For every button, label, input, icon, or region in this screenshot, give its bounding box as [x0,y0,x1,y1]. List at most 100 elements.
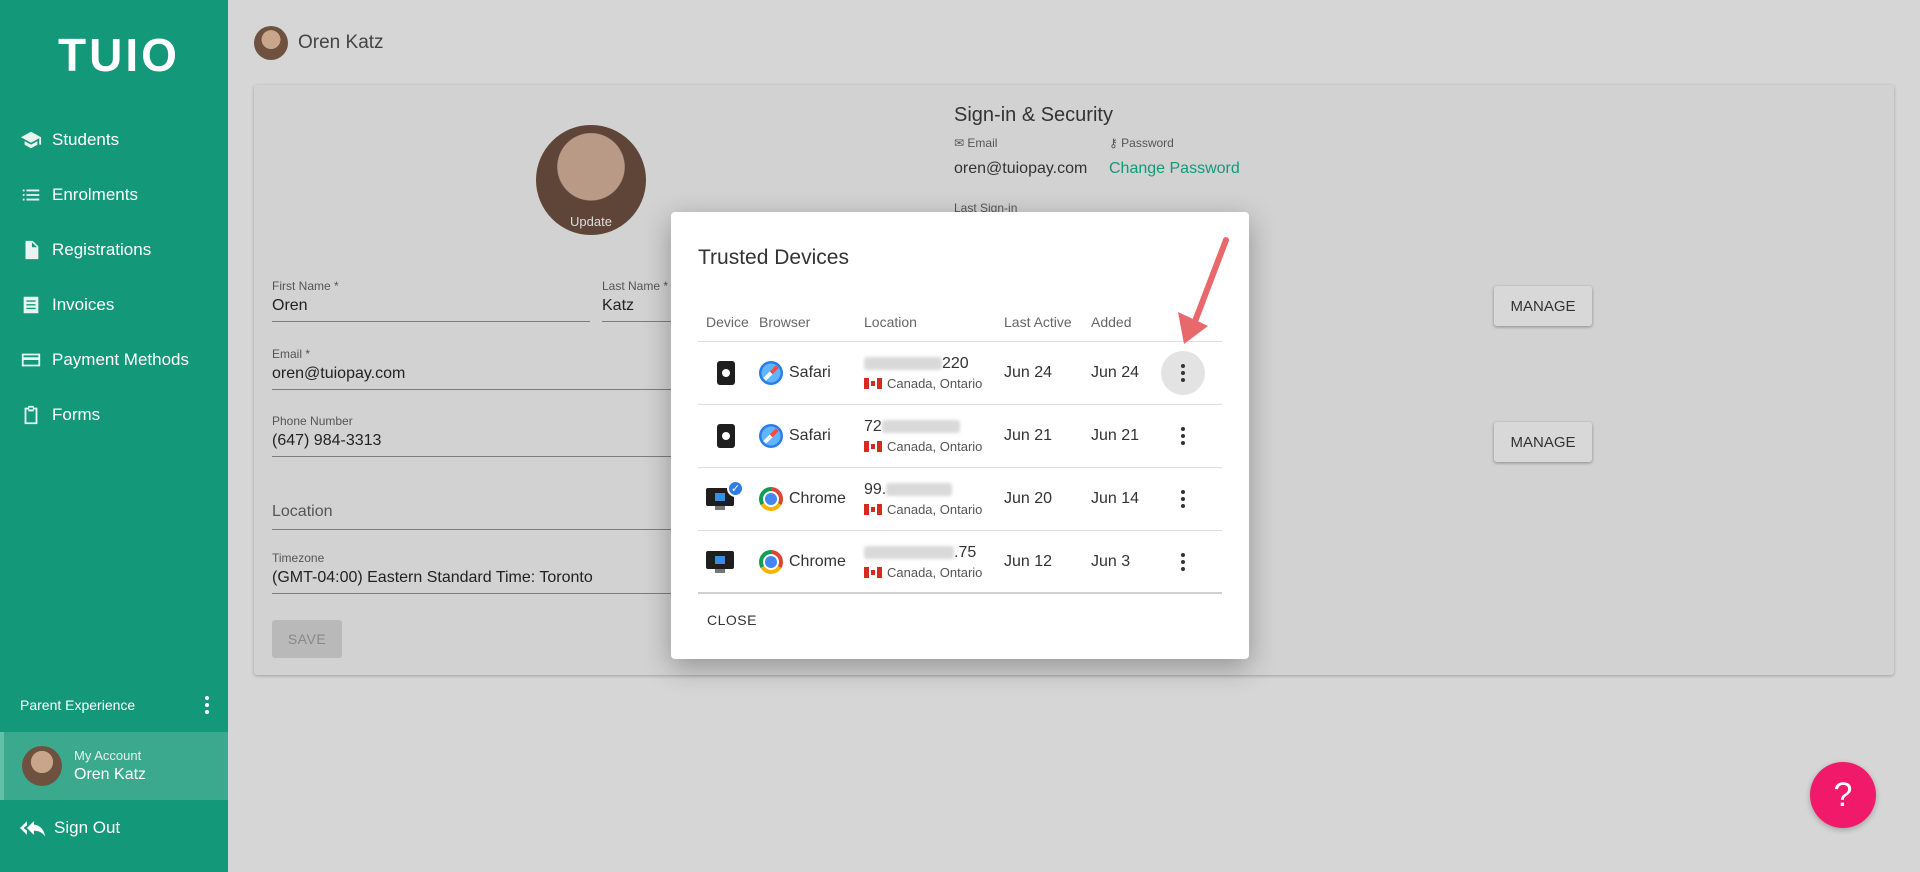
change-password-link[interactable]: Change Password [1109,160,1240,178]
browser-name: Safari [789,427,831,444]
security-title: Sign-in & Security [954,104,1113,126]
location-cell: .75 Canada, Ontario [864,544,1004,580]
sidebar-item-label: Invoices [52,294,115,314]
mail-icon: ✉ [954,136,965,150]
canada-flag-icon [864,566,882,578]
table-row: Chrome .75 Canada, Ontario Jun 12 Jun 3 [698,531,1222,594]
table-row: ✓ Chrome 99. Canada, Ontario Jun 20 Jun … [698,468,1222,531]
clipboard-icon [20,404,42,426]
location-cell: 72 Canada, Ontario [864,418,1004,454]
location-text: Canada, Ontario [887,439,983,454]
current-device-check-icon: ✓ [727,480,744,497]
browser-cell: Safari [759,424,864,448]
sign-out-label: Sign Out [54,818,121,837]
desktop-icon: ✓ [706,480,744,510]
table-row: Safari 72 Canada, Ontario Jun 21 Jun 21 [698,405,1222,468]
account-name: Oren Katz [74,766,147,783]
sidebar: TUIO Students Enrolments Registrations I… [0,0,228,872]
save-button[interactable]: SAVE [272,620,342,658]
browser-name: Chrome [789,552,846,570]
chrome-icon [759,487,783,511]
sidebar-item-registrations[interactable]: Registrations [0,222,228,277]
device-cell [698,361,759,385]
help-button[interactable]: ? [1810,762,1876,828]
table-header: Device Browser Location Last Active Adde… [698,302,1222,342]
sidebar-item-enrolments[interactable]: Enrolments [0,167,228,222]
graduation-cap-icon [20,129,42,151]
my-account-item[interactable]: My Account Oren Katz [0,732,228,800]
row-menu-button[interactable] [1161,351,1205,395]
canada-flag-icon [864,504,882,515]
browser-cell: Chrome [759,487,864,511]
added-cell: Jun 3 [1091,552,1131,570]
location-text: Canada, Ontario [887,564,983,580]
first-name-field[interactable]: First Name * Oren [272,279,590,322]
more-vert-icon[interactable] [204,696,210,714]
sidebar-item-label: Forms [52,404,101,424]
column-header: Location [864,313,917,330]
sidebar-item-invoices[interactable]: Invoices [0,277,228,332]
avatar [22,746,62,786]
safari-icon [759,361,783,385]
added-cell: Jun 24 [1091,364,1140,381]
sidebar-item-forms[interactable]: Forms [0,387,228,442]
credit-card-icon [20,349,42,371]
location-cell: 220 Canada, Ontario [864,355,1004,391]
devices-table: Device Browser Location Last Active Adde… [698,302,1222,594]
last-active-cell: Jun 24 [1004,364,1053,381]
last-active-cell: Jun 12 [1004,552,1053,570]
column-header: Browser [759,313,811,330]
manage-button[interactable]: MANAGE [1494,286,1592,326]
sidebar-item-payment-methods[interactable]: Payment Methods [0,332,228,387]
document-icon [20,239,42,261]
list-icon [20,184,42,206]
table-row: Safari 220 Canada, Ontario Jun 24 Jun 24 [698,342,1222,405]
column-header: Added [1091,313,1132,330]
dialog-title: Trusted Devices [698,246,849,269]
security-email-value: oren@tuiopay.com [954,160,1088,177]
device-cell: ✓ [698,480,759,510]
header-user: Oren Katz [254,26,384,60]
trusted-devices-dialog: Trusted Devices Device Browser Location … [671,212,1249,659]
app-logo: TUIO [58,29,180,81]
canada-flag-icon [864,378,882,389]
key-icon: ⚷ [1109,136,1118,150]
header-user-name: Oren Katz [298,32,384,53]
reply-all-icon [20,821,46,837]
column-header: Device [706,313,749,330]
sidebar-item-label: Enrolments [52,184,138,204]
sidebar-item-label: Registrations [52,239,152,259]
row-menu-button[interactable] [1161,414,1205,458]
sign-out-button[interactable]: Sign Out [20,818,120,838]
sidebar-item-students[interactable]: Students [0,112,228,167]
parent-experience-section: Parent Experience [20,696,210,714]
row-menu-button[interactable] [1161,477,1205,521]
device-cell [698,424,759,448]
profile-avatar[interactable]: Update [536,125,646,235]
ip-address: 99. [864,481,1004,499]
manage-button[interactable]: MANAGE [1494,422,1592,462]
ip-address: 72 [864,418,1004,436]
row-menu-button[interactable] [1161,540,1205,584]
security-password-label: ⚷ Password [1109,136,1174,150]
field-label: First Name * [272,279,339,293]
added-cell: Jun 21 [1091,427,1140,444]
security-email-label: ✉ Email [954,136,998,150]
browser-name: Safari [789,364,831,381]
close-button[interactable]: CLOSE [698,602,766,638]
canada-flag-icon [864,441,882,452]
last-active-cell: Jun 20 [1004,490,1053,507]
location-text: Canada, Ontario [887,376,983,391]
ip-address: .75 [864,544,1004,562]
browser-cell: Chrome [759,549,864,574]
location-text: Canada, Ontario [887,502,983,517]
phone-icon [717,361,735,385]
invoice-icon [20,294,42,316]
added-cell: Jun 14 [1091,490,1140,507]
ip-address: 220 [864,355,1004,373]
browser-cell: Safari [759,361,864,385]
desktop-icon [706,550,734,573]
chrome-icon [759,549,783,574]
safari-icon [759,424,783,448]
section-label: Parent Experience [20,697,136,713]
